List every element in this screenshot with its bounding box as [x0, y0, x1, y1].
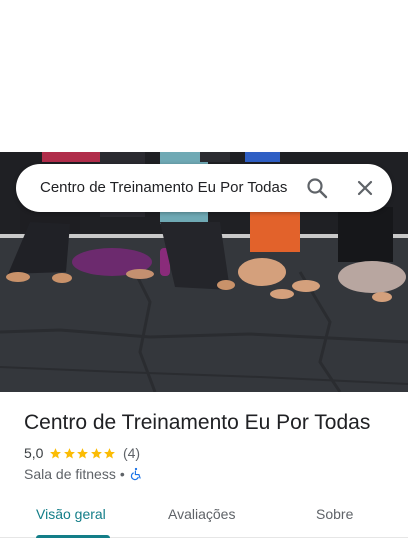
star-icon: [50, 447, 62, 458]
close-icon: [357, 180, 373, 196]
rating-stars: [49, 447, 117, 460]
search-button[interactable]: [301, 172, 333, 204]
tab-about[interactable]: Sobre: [316, 504, 353, 528]
rating-value: 5,0: [24, 445, 44, 461]
star-icon: [104, 447, 116, 458]
wheelchair-accessible-icon: [130, 467, 141, 481]
tab-overview[interactable]: Visão geral: [36, 504, 106, 528]
search-input[interactable]: Centro de Treinamento Eu Por Todas: [40, 178, 304, 200]
place-title: Centro de Treinamento Eu Por Todas: [24, 411, 371, 434]
review-count[interactable]: (4): [123, 445, 140, 461]
star-icon: [91, 447, 102, 458]
place-category: Sala de fitness: [24, 466, 116, 482]
star-icon: [64, 447, 75, 458]
active-tab-indicator: [36, 535, 110, 538]
search-bar[interactable]: Centro de Treinamento Eu Por Todas: [16, 164, 392, 212]
place-tabs: Visão geral Avaliações Sobre: [0, 494, 408, 538]
tab-reviews[interactable]: Avaliações: [168, 504, 235, 528]
separator: •: [119, 466, 125, 482]
map-blank-area: [0, 0, 408, 152]
search-icon: [307, 178, 328, 199]
clear-search-button[interactable]: [349, 172, 381, 204]
rating-row[interactable]: 5,0 (4): [24, 444, 140, 462]
category-row: Sala de fitness •: [24, 465, 143, 483]
star-icon: [77, 447, 89, 458]
